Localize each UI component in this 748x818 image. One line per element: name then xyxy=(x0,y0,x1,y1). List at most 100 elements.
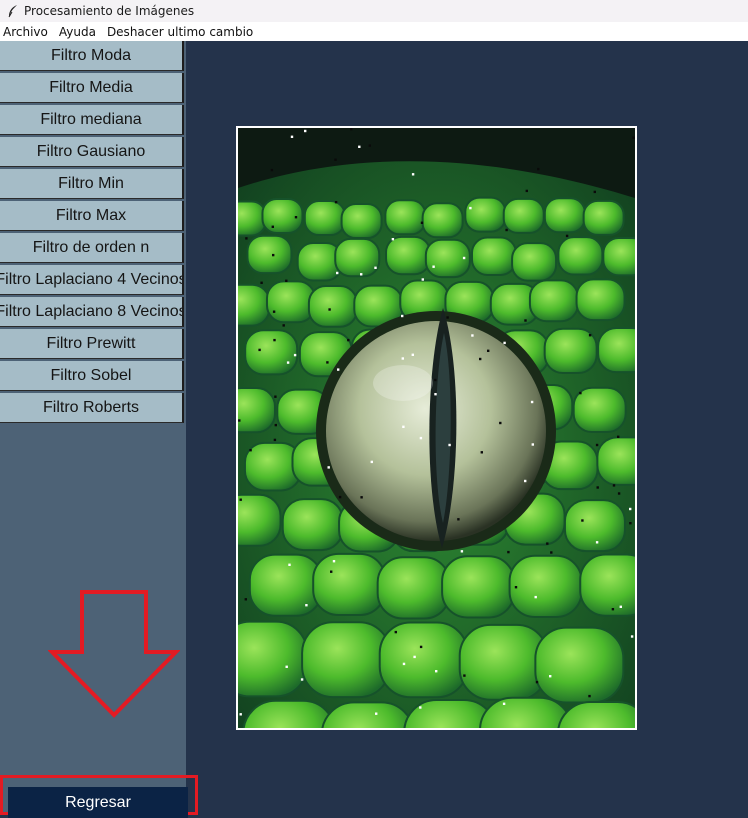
noise-speckle xyxy=(595,541,599,544)
noise-speckle xyxy=(411,173,415,176)
snake-scale xyxy=(575,278,626,322)
noise-speckle xyxy=(370,460,373,464)
filter-sobel-button[interactable]: Filtro Sobel xyxy=(0,361,184,391)
snake-scale xyxy=(441,555,516,619)
noise-speckle xyxy=(332,560,336,563)
filter-prewitt-button[interactable]: Filtro Prewitt xyxy=(0,329,184,359)
noise-speckle xyxy=(549,675,552,678)
noise-speckle xyxy=(579,391,582,395)
snake-scale xyxy=(511,242,558,282)
filter-gausiano-button[interactable]: Filtro Gausiano xyxy=(0,137,184,167)
snake-scale xyxy=(579,553,635,617)
snake-scale xyxy=(543,197,586,234)
noise-speckle xyxy=(565,234,569,238)
menu-archivo[interactable]: Archivo xyxy=(0,25,55,39)
filter-mediana-button[interactable]: Filtro mediana xyxy=(0,105,184,135)
noise-speckle xyxy=(629,522,632,525)
down-arrow-icon xyxy=(48,590,180,718)
noise-speckle xyxy=(434,378,437,382)
noise-speckle xyxy=(419,436,423,440)
noise-speckle xyxy=(534,595,537,599)
noise-speckle xyxy=(479,357,482,361)
noise-speckle xyxy=(368,144,371,147)
snake-scale xyxy=(421,202,464,239)
noise-speckle xyxy=(270,168,274,172)
menu-ayuda[interactable]: Ayuda xyxy=(55,25,103,39)
noise-speckle xyxy=(293,353,297,357)
noise-speckle xyxy=(432,265,435,268)
snake-scale xyxy=(378,621,469,699)
snake-scale xyxy=(281,498,344,552)
noise-speckle xyxy=(632,136,635,139)
noise-speckle xyxy=(338,495,342,499)
snake-scale xyxy=(596,436,635,486)
noise-speckle xyxy=(272,310,276,313)
noise-speckle xyxy=(617,492,621,495)
menu-deshacer[interactable]: Deshacer ultimo cambio xyxy=(103,25,260,39)
filter-media-button[interactable]: Filtro Media xyxy=(0,73,184,103)
noise-speckle xyxy=(411,353,414,356)
snake-scale xyxy=(238,283,271,327)
filter-min-button[interactable]: Filtro Min xyxy=(0,169,184,199)
noise-speckle xyxy=(244,598,247,601)
noise-speckle xyxy=(304,129,307,133)
snake-scale xyxy=(238,620,309,698)
snake-scale xyxy=(312,552,387,617)
noise-speckle xyxy=(258,348,261,352)
noise-speckle xyxy=(337,368,340,371)
noise-speckle xyxy=(328,308,331,311)
back-button[interactable]: Regresar xyxy=(8,787,188,818)
noise-speckle xyxy=(327,466,330,469)
noise-speckle xyxy=(282,324,285,327)
noise-speckle xyxy=(596,486,599,489)
snake-scale xyxy=(528,279,579,323)
snake-scale xyxy=(261,197,304,234)
filter-list: Filtro Moda Filtro Media Filtro mediana … xyxy=(0,41,186,425)
filter-max-button[interactable]: Filtro Max xyxy=(0,201,184,231)
noise-speckle xyxy=(611,608,615,611)
noise-speckle xyxy=(245,237,248,240)
noise-speckle xyxy=(617,435,620,438)
noise-speckle xyxy=(524,479,527,483)
filter-moda-button[interactable]: Filtro Moda xyxy=(0,41,184,71)
feather-icon xyxy=(8,5,17,18)
noise-speckle xyxy=(336,271,339,275)
noise-speckle xyxy=(274,395,277,398)
snake-scale xyxy=(508,554,583,618)
noise-speckle xyxy=(419,706,422,709)
snake-scale xyxy=(246,234,293,275)
filter-orden-n-button[interactable]: Filtro de orden n xyxy=(0,233,184,263)
filter-laplaciano-8-button[interactable]: Filtro Laplaciano 8 Vecinos xyxy=(0,297,184,327)
noise-speckle xyxy=(239,498,242,501)
snake-scale xyxy=(602,236,635,277)
noise-speckle xyxy=(401,357,404,360)
noise-speckle xyxy=(272,253,275,257)
noise-speckle xyxy=(286,361,290,364)
noise-speckle xyxy=(446,316,449,319)
snake-scale xyxy=(303,200,346,237)
noise-speckle xyxy=(273,438,277,442)
noise-speckle xyxy=(531,443,534,446)
noise-speckle xyxy=(330,570,333,573)
snake-scale xyxy=(244,329,299,376)
noise-speckle xyxy=(524,319,527,322)
noise-speckle xyxy=(507,550,510,554)
filter-roberts-button[interactable]: Filtro Roberts xyxy=(0,393,184,423)
noise-speckle xyxy=(480,451,483,454)
noise-speckle xyxy=(612,484,616,487)
noise-speckle xyxy=(402,662,406,666)
snake-scale xyxy=(464,196,507,233)
back-button-highlight: Regresar xyxy=(0,775,198,818)
noise-speckle xyxy=(499,421,502,425)
noise-speckle xyxy=(347,338,350,342)
snake-scale xyxy=(265,280,316,324)
noise-speckle xyxy=(619,605,622,608)
menu-bar: Archivo Ayuda Deshacer ultimo cambio xyxy=(0,22,748,41)
noise-speckle xyxy=(350,128,353,131)
snake-scale xyxy=(248,553,323,617)
noise-speckle xyxy=(402,425,405,428)
noise-speckle xyxy=(239,713,242,716)
noise-speckle xyxy=(288,563,291,566)
filter-laplaciano-4-button[interactable]: Filtro Laplaciano 4 Vecinos xyxy=(0,265,184,295)
noise-speckle xyxy=(260,281,263,284)
